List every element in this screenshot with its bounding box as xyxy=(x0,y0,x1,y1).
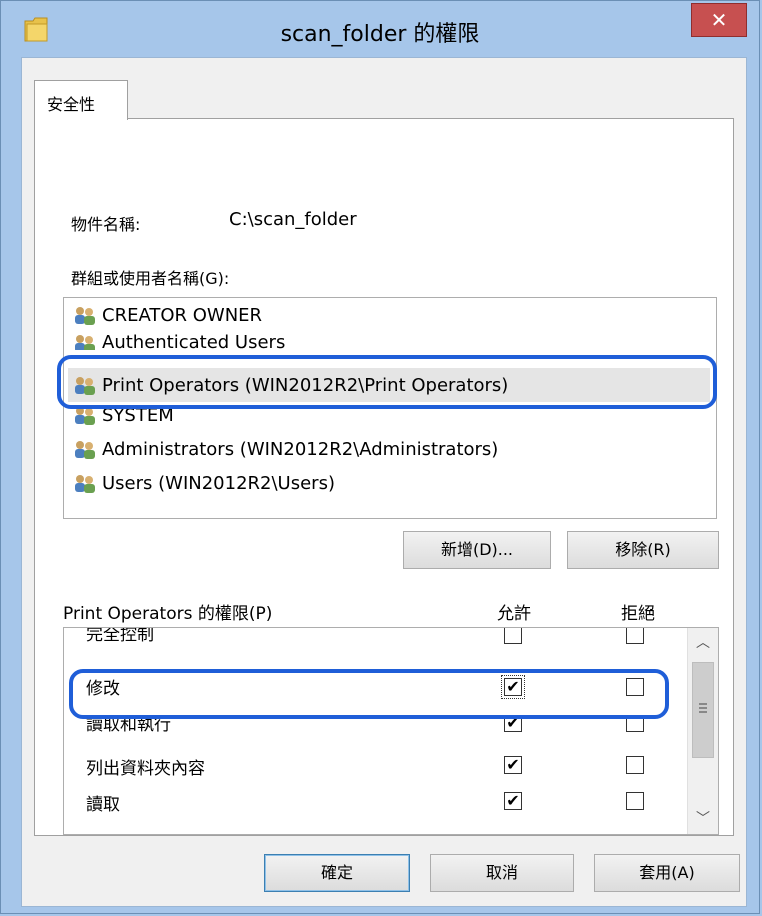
grip-icon xyxy=(699,703,707,713)
permission-label: 列出資料夾內容 xyxy=(86,759,205,779)
list-item-label: SYSTEM xyxy=(102,408,174,426)
permission-row: 列出資料夾內容 ✔ xyxy=(64,748,686,784)
deny-checkbox[interactable] xyxy=(626,678,644,696)
object-name-label: 物件名稱: xyxy=(71,215,141,234)
deny-checkbox[interactable] xyxy=(626,628,644,644)
object-name-value: C:\scan_folder xyxy=(229,209,357,230)
permission-row: 完全控制 xyxy=(64,627,686,650)
list-item[interactable]: CREATOR OWNER xyxy=(72,300,262,330)
permission-label: 修改 xyxy=(86,679,120,699)
groups-listbox[interactable]: CREATOR OWNER Authenticated Users Print … xyxy=(63,297,717,519)
close-button[interactable]: ✕ xyxy=(691,3,747,37)
permission-row: 修改 ✔ xyxy=(64,668,686,704)
chevron-down-icon[interactable]: ﹀ xyxy=(688,804,718,834)
chevron-up-icon[interactable]: ︿ xyxy=(688,628,718,658)
list-item[interactable]: Users (WIN2012R2\Users) xyxy=(72,468,335,498)
user-group-icon xyxy=(75,377,95,395)
permissions-scrollbar[interactable]: ︿ ﹀ xyxy=(687,628,718,834)
list-item-label: Print Operators (WIN2012R2\Print Operato… xyxy=(102,374,509,396)
allow-checkbox[interactable]: ✔ xyxy=(504,718,522,732)
allow-checkbox[interactable]: ✔ xyxy=(504,792,522,810)
groups-label: 群組或使用者名稱(G): xyxy=(71,265,229,289)
user-group-icon xyxy=(75,475,95,493)
permission-label: 讀取和執行 xyxy=(86,718,171,734)
list-item[interactable]: Administrators (WIN2012R2\Administrators… xyxy=(72,434,498,464)
permission-label: 讀取 xyxy=(86,795,120,815)
list-item-label: Authenticated Users xyxy=(102,332,286,350)
user-group-icon xyxy=(75,307,95,325)
list-item[interactable]: SYSTEM xyxy=(72,408,174,426)
allow-checkbox[interactable]: ✔ xyxy=(501,675,525,699)
remove-button[interactable]: 移除(R) xyxy=(567,531,719,569)
permissions-dialog: scan_folder 的權限 ✕ 安全性 物件名稱: C:\scan_fold… xyxy=(0,0,760,914)
allow-checkbox[interactable] xyxy=(504,628,522,644)
apply-button[interactable]: 套用(A) xyxy=(594,854,740,892)
permission-row: 讀取 ✔ xyxy=(64,784,686,820)
deny-column-header: 拒絕 xyxy=(621,604,655,624)
scrollbar-thumb[interactable] xyxy=(692,662,714,758)
user-group-icon xyxy=(75,441,95,459)
allow-column-header: 允許 xyxy=(497,604,531,624)
window-title: scan_folder 的權限 xyxy=(280,22,480,47)
permissions-label: Print Operators 的權限(P) xyxy=(63,604,273,624)
tab-security[interactable]: 安全性 xyxy=(34,80,128,120)
security-tab-panel: 物件名稱: C:\scan_folder 群組或使用者名稱(G): CREATO… xyxy=(34,118,734,836)
list-item-label: Users (WIN2012R2\Users) xyxy=(102,472,335,494)
deny-checkbox[interactable] xyxy=(626,756,644,774)
allow-checkbox[interactable]: ✔ xyxy=(504,756,522,774)
list-item[interactable]: Authenticated Users xyxy=(72,332,285,350)
list-item-label: CREATOR OWNER xyxy=(102,304,263,326)
user-group-icon xyxy=(75,408,95,425)
groups-label-text: 群組或使用者名稱(G): xyxy=(71,269,230,288)
permissions-list[interactable]: 完全控制 修改 ✔ 讀取和執行 ✔ 列出資料夾內容 ✔ 讀取 ✔ ︿ ﹀ xyxy=(63,627,719,835)
title-bar[interactable]: scan_folder 的權限 ✕ xyxy=(1,1,759,57)
deny-checkbox[interactable] xyxy=(626,718,644,732)
ok-button[interactable]: 確定 xyxy=(264,854,410,892)
user-group-icon xyxy=(75,335,95,350)
add-button[interactable]: 新增(D)... xyxy=(403,531,551,569)
deny-checkbox[interactable] xyxy=(626,792,644,810)
cancel-button[interactable]: 取消 xyxy=(430,854,574,892)
list-item-selected[interactable]: Print Operators (WIN2012R2\Print Operato… xyxy=(68,368,710,402)
list-item-label: Administrators (WIN2012R2\Administrators… xyxy=(102,438,499,460)
permission-label: 完全控制 xyxy=(86,627,154,645)
dialog-body: 安全性 物件名稱: C:\scan_folder 群組或使用者名稱(G): CR… xyxy=(21,57,747,907)
permission-row: 讀取和執行 ✔ xyxy=(64,718,686,734)
